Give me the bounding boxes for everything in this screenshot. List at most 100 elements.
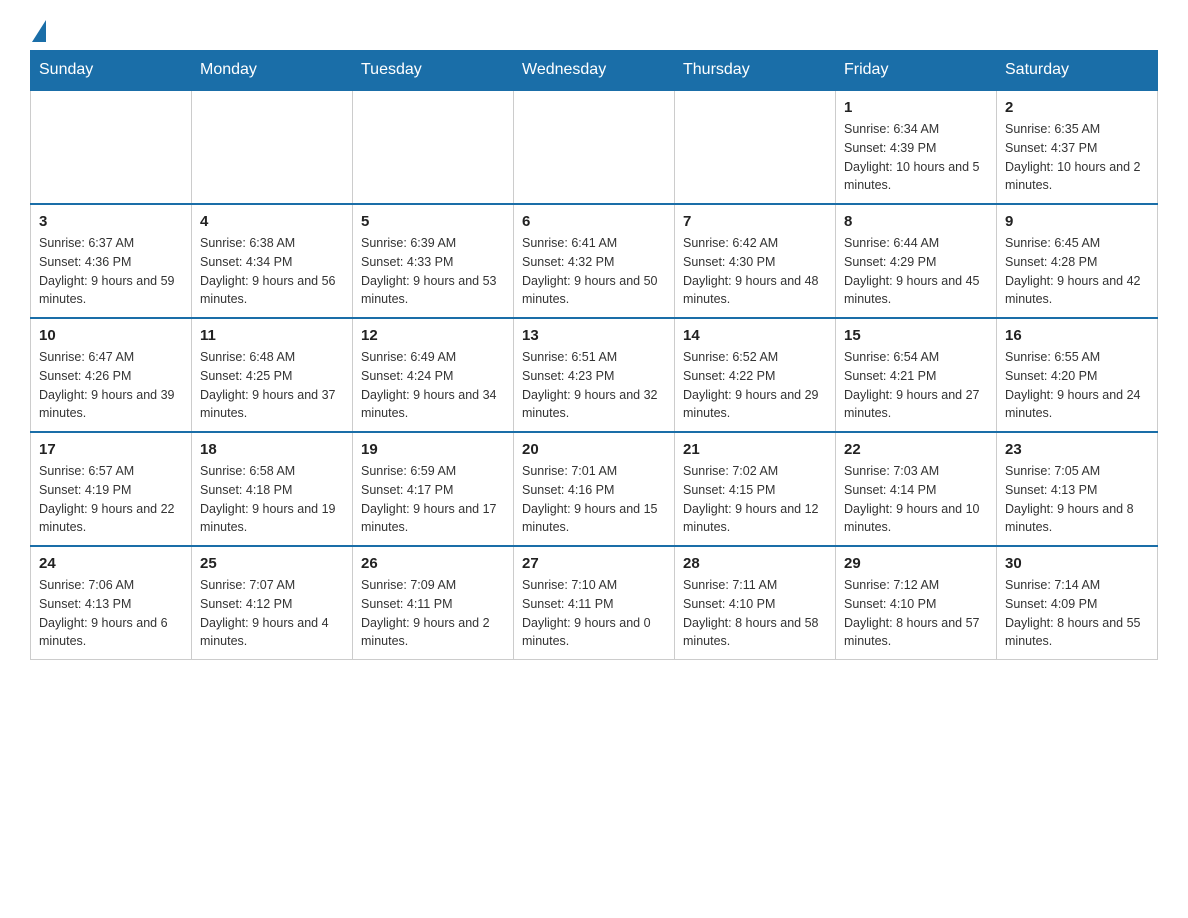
day-number: 1 [844,99,988,116]
day-info: Sunrise: 6:35 AM Sunset: 4:37 PM Dayligh… [1005,120,1149,195]
day-cell: 26 Sunrise: 7:09 AM Sunset: 4:11 PM Dayli… [353,546,514,660]
header-cell-friday: Friday [836,51,997,91]
header-cell-thursday: Thursday [675,51,836,91]
day-info: Sunrise: 7:12 AM Sunset: 4:10 PM Dayligh… [844,576,988,651]
day-cell: 20 Sunrise: 7:01 AM Sunset: 4:16 PM Dayli… [514,432,675,546]
logo [30,20,46,40]
day-number: 12 [361,327,505,344]
day-info: Sunrise: 6:34 AM Sunset: 4:39 PM Dayligh… [844,120,988,195]
day-number: 8 [844,213,988,230]
header-cell-wednesday: Wednesday [514,51,675,91]
day-number: 15 [844,327,988,344]
logo-text [30,20,46,40]
day-number: 6 [522,213,666,230]
day-cell: 4 Sunrise: 6:38 AM Sunset: 4:34 PM Daylig… [192,204,353,318]
day-number: 30 [1005,555,1149,572]
header-cell-saturday: Saturday [997,51,1158,91]
day-info: Sunrise: 7:06 AM Sunset: 4:13 PM Dayligh… [39,576,183,651]
header-cell-monday: Monday [192,51,353,91]
header-cell-sunday: Sunday [31,51,192,91]
day-info: Sunrise: 7:11 AM Sunset: 4:10 PM Dayligh… [683,576,827,651]
day-cell: 27Sunrise: 7:10 AM Sunset: 4:11 PM Dayli… [514,546,675,660]
day-cell: 25 Sunrise: 7:07 AM Sunset: 4:12 PM Dayli… [192,546,353,660]
week-row-2: 3 Sunrise: 6:37 AM Sunset: 4:36 PM Daylig… [31,204,1158,318]
logo-triangle-icon [32,20,46,42]
day-number: 3 [39,213,183,230]
day-cell: 12 Sunrise: 6:49 AM Sunset: 4:24 PM Dayli… [353,318,514,432]
day-cell [675,90,836,204]
day-info: Sunrise: 6:55 AM Sunset: 4:20 PM Dayligh… [1005,348,1149,423]
day-info: Sunrise: 6:48 AM Sunset: 4:25 PM Dayligh… [200,348,344,423]
day-cell: 13Sunrise: 6:51 AM Sunset: 4:23 PM Dayli… [514,318,675,432]
day-cell: 11 Sunrise: 6:48 AM Sunset: 4:25 PM Dayli… [192,318,353,432]
day-cell: 30Sunrise: 7:14 AM Sunset: 4:09 PM Dayli… [997,546,1158,660]
day-cell: 28 Sunrise: 7:11 AM Sunset: 4:10 PM Dayli… [675,546,836,660]
day-number: 14 [683,327,827,344]
day-cell: 18 Sunrise: 6:58 AM Sunset: 4:18 PM Dayli… [192,432,353,546]
day-number: 19 [361,441,505,458]
day-cell: 15 Sunrise: 6:54 AM Sunset: 4:21 PM Dayli… [836,318,997,432]
day-cell: 16 Sunrise: 6:55 AM Sunset: 4:20 PM Dayli… [997,318,1158,432]
day-cell: 7 Sunrise: 6:42 AM Sunset: 4:30 PM Daylig… [675,204,836,318]
day-info: Sunrise: 6:42 AM Sunset: 4:30 PM Dayligh… [683,234,827,309]
week-row-4: 17 Sunrise: 6:57 AM Sunset: 4:19 PM Dayli… [31,432,1158,546]
day-cell [514,90,675,204]
day-info: Sunrise: 7:03 AM Sunset: 4:14 PM Dayligh… [844,462,988,537]
day-info: Sunrise: 6:41 AM Sunset: 4:32 PM Dayligh… [522,234,666,309]
day-number: 4 [200,213,344,230]
day-number: 22 [844,441,988,458]
day-info: Sunrise: 7:09 AM Sunset: 4:11 PM Dayligh… [361,576,505,651]
calendar-table: SundayMondayTuesdayWednesdayThursdayFrid… [30,50,1158,660]
day-info: Sunrise: 6:38 AM Sunset: 4:34 PM Dayligh… [200,234,344,309]
day-info: Sunrise: 7:07 AM Sunset: 4:12 PM Dayligh… [200,576,344,651]
day-cell: 5Sunrise: 6:39 AM Sunset: 4:33 PM Daylig… [353,204,514,318]
day-cell: 2 Sunrise: 6:35 AM Sunset: 4:37 PM Daylig… [997,90,1158,204]
day-number: 25 [200,555,344,572]
day-cell: 23 Sunrise: 7:05 AM Sunset: 4:13 PM Dayli… [997,432,1158,546]
day-info: Sunrise: 6:47 AM Sunset: 4:26 PM Dayligh… [39,348,183,423]
day-cell: 9Sunrise: 6:45 AM Sunset: 4:28 PM Daylig… [997,204,1158,318]
day-cell: 1 Sunrise: 6:34 AM Sunset: 4:39 PM Daylig… [836,90,997,204]
day-number: 28 [683,555,827,572]
day-cell: 14 Sunrise: 6:52 AM Sunset: 4:22 PM Dayli… [675,318,836,432]
day-number: 26 [361,555,505,572]
day-info: Sunrise: 7:05 AM Sunset: 4:13 PM Dayligh… [1005,462,1149,537]
day-number: 11 [200,327,344,344]
day-info: Sunrise: 7:01 AM Sunset: 4:16 PM Dayligh… [522,462,666,537]
day-number: 18 [200,441,344,458]
day-cell: 6 Sunrise: 6:41 AM Sunset: 4:32 PM Daylig… [514,204,675,318]
day-info: Sunrise: 6:49 AM Sunset: 4:24 PM Dayligh… [361,348,505,423]
day-number: 29 [844,555,988,572]
day-info: Sunrise: 6:52 AM Sunset: 4:22 PM Dayligh… [683,348,827,423]
day-number: 23 [1005,441,1149,458]
day-info: Sunrise: 6:37 AM Sunset: 4:36 PM Dayligh… [39,234,183,309]
day-cell: 29 Sunrise: 7:12 AM Sunset: 4:10 PM Dayli… [836,546,997,660]
day-cell: 8Sunrise: 6:44 AM Sunset: 4:29 PM Daylig… [836,204,997,318]
day-info: Sunrise: 6:57 AM Sunset: 4:19 PM Dayligh… [39,462,183,537]
day-info: Sunrise: 7:10 AM Sunset: 4:11 PM Dayligh… [522,576,666,651]
day-cell: 24Sunrise: 7:06 AM Sunset: 4:13 PM Dayli… [31,546,192,660]
day-number: 2 [1005,99,1149,116]
day-number: 17 [39,441,183,458]
day-number: 21 [683,441,827,458]
week-row-5: 24Sunrise: 7:06 AM Sunset: 4:13 PM Dayli… [31,546,1158,660]
day-cell: 21Sunrise: 7:02 AM Sunset: 4:15 PM Dayli… [675,432,836,546]
week-row-1: 1 Sunrise: 6:34 AM Sunset: 4:39 PM Daylig… [31,90,1158,204]
day-info: Sunrise: 6:45 AM Sunset: 4:28 PM Dayligh… [1005,234,1149,309]
day-cell: 10 Sunrise: 6:47 AM Sunset: 4:26 PM Dayli… [31,318,192,432]
day-cell: 19Sunrise: 6:59 AM Sunset: 4:17 PM Dayli… [353,432,514,546]
calendar-body: 1 Sunrise: 6:34 AM Sunset: 4:39 PM Daylig… [31,90,1158,660]
day-number: 16 [1005,327,1149,344]
day-number: 10 [39,327,183,344]
day-cell: 17 Sunrise: 6:57 AM Sunset: 4:19 PM Dayli… [31,432,192,546]
day-cell: 22 Sunrise: 7:03 AM Sunset: 4:14 PM Dayli… [836,432,997,546]
day-info: Sunrise: 6:54 AM Sunset: 4:21 PM Dayligh… [844,348,988,423]
calendar-header: SundayMondayTuesdayWednesdayThursdayFrid… [31,51,1158,91]
header-row: SundayMondayTuesdayWednesdayThursdayFrid… [31,51,1158,91]
day-number: 13 [522,327,666,344]
day-cell: 3 Sunrise: 6:37 AM Sunset: 4:36 PM Daylig… [31,204,192,318]
day-number: 7 [683,213,827,230]
day-info: Sunrise: 6:58 AM Sunset: 4:18 PM Dayligh… [200,462,344,537]
day-number: 20 [522,441,666,458]
page-header [30,20,1158,40]
